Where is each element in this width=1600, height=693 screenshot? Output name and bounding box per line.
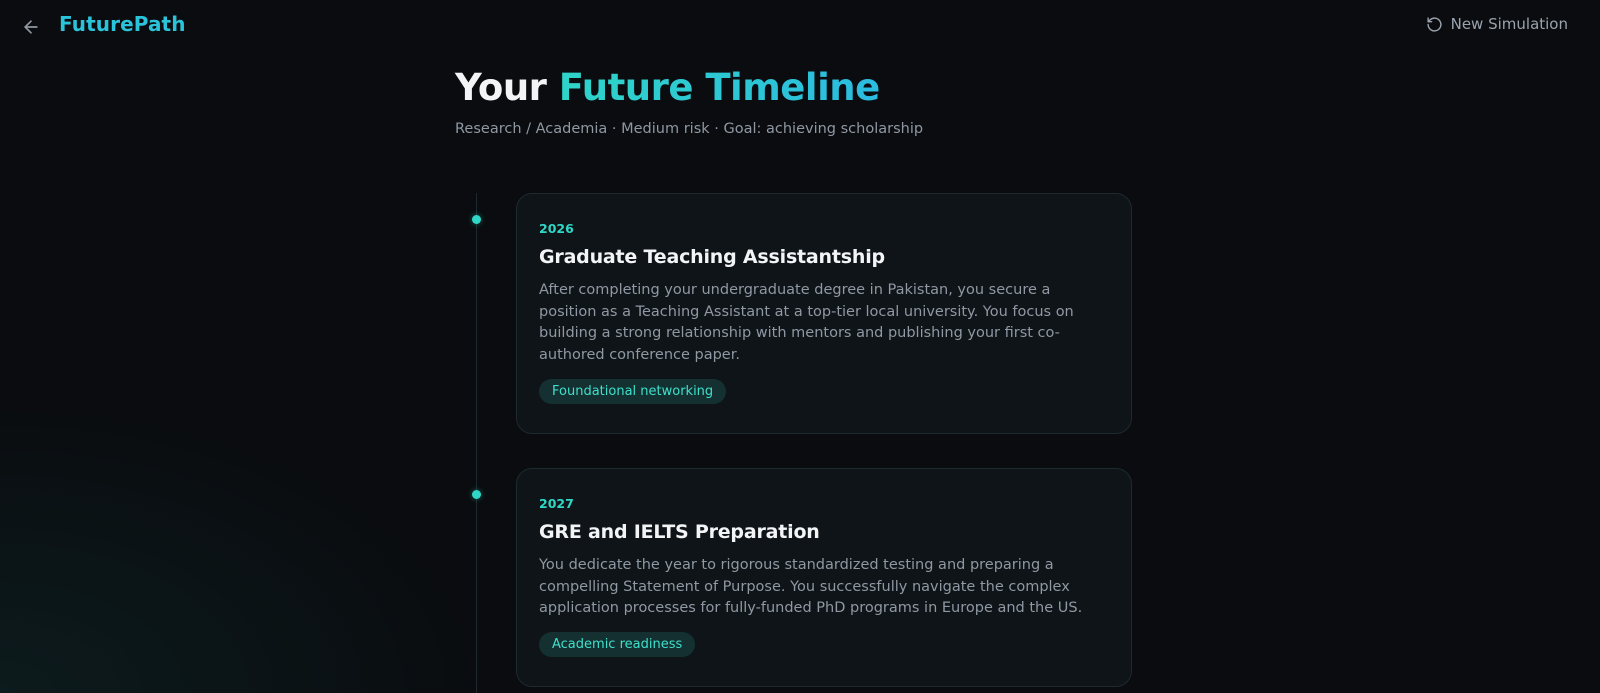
page-title-prefix: Your [455,66,547,109]
timeline-year: 2026 [539,221,574,236]
top-bar: FuturePath New Simulation [0,0,1600,54]
timeline-tag: Academic readiness [539,632,696,658]
timeline-tag: Foundational networking [539,378,727,404]
timeline-line [476,193,477,693]
timeline-card: 2026 Graduate Teaching Assistantship Aft… [516,193,1132,434]
timeline-dot [472,215,481,224]
page-title: Your Future Timeline [455,66,880,109]
page-title-highlight: Future Timeline [558,66,880,109]
timeline-description: You dedicate the year to rigorous standa… [539,557,1083,617]
timeline-description: After completing your undergraduate degr… [539,282,1074,364]
timeline-title: GRE and IELTS Preparation [539,521,820,543]
timeline-dot [472,490,481,499]
timeline-card: 2027 GRE and IELTS Preparation You dedic… [516,468,1132,687]
new-simulation-button[interactable]: New Simulation [1426,15,1568,33]
timeline-year: 2027 [539,496,574,511]
page-subtitle: Research / Academia · Medium risk · Goal… [455,121,924,137]
brand-logo[interactable]: FuturePath [59,12,186,36]
arrow-left-icon [24,20,38,34]
back-button[interactable] [18,14,44,40]
new-simulation-label: New Simulation [1450,15,1568,33]
timeline-title: Graduate Teaching Assistantship [539,246,885,268]
rotate-ccw-icon [1427,16,1442,32]
